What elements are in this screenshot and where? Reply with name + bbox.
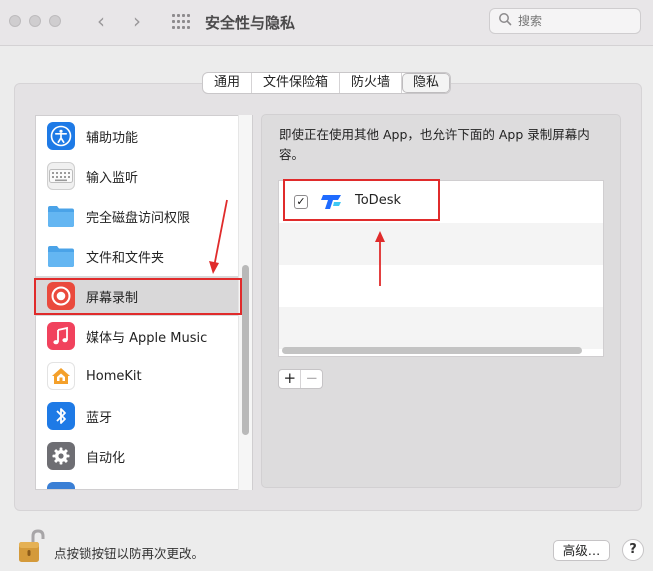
permission-description: 即使正在使用其他 App，也允许下面的 App 录制屏幕内容。 xyxy=(279,127,590,162)
table-row xyxy=(279,223,603,265)
title-bar: ‹ › 安全性与隐私 xyxy=(0,0,653,46)
search-box[interactable] xyxy=(489,8,641,34)
remove-app-button[interactable]: − xyxy=(300,370,322,388)
tab-firewall[interactable]: 防火墙 xyxy=(340,73,403,93)
minimize-window-button[interactable] xyxy=(29,15,41,27)
add-app-button[interactable]: + xyxy=(279,370,300,388)
forward-arrow-icon[interactable]: › xyxy=(133,9,141,33)
zoom-window-button[interactable] xyxy=(49,15,61,27)
sidebar-item-automation[interactable]: 自动化 xyxy=(36,436,240,476)
help-button[interactable]: ? xyxy=(622,539,644,561)
table-row xyxy=(279,307,603,349)
tab-privacy[interactable]: 隐私 xyxy=(402,73,451,93)
unlocked-padlock-icon[interactable] xyxy=(17,528,47,564)
back-arrow-icon[interactable]: ‹ xyxy=(97,9,105,33)
home-icon xyxy=(47,362,75,390)
sidebar-item-label: 完全磁盘访问权限 xyxy=(86,210,191,226)
sidebar-item-label: HomeKit xyxy=(86,368,142,384)
show-all-grid-icon[interactable] xyxy=(172,14,190,30)
sidebar-item-label: 辅助功能 xyxy=(86,130,139,146)
annotation-highlight-todesk xyxy=(283,179,440,221)
accessibility-icon xyxy=(47,122,75,150)
sidebar-item-label: 媒体与 Apple Music xyxy=(86,330,208,346)
search-input[interactable] xyxy=(518,12,636,30)
tab-bar: 通用 文件保险箱 防火墙 隐私 xyxy=(202,72,452,94)
sidebar-item-accessibility[interactable]: 辅助功能 xyxy=(36,116,240,156)
sidebar-item-homekit[interactable]: HomeKit xyxy=(36,356,240,396)
sidebar-item-input-monitoring[interactable]: 输入监听 xyxy=(36,156,240,196)
music-icon xyxy=(47,322,75,350)
folder-icon xyxy=(47,242,75,270)
close-window-button[interactable] xyxy=(9,15,21,27)
sidebar-item-label: 自动化 xyxy=(86,450,126,466)
advanced-button[interactable]: 高级… xyxy=(553,540,610,561)
sidebar-item-label: 输入监听 xyxy=(86,170,139,186)
sidebar-item-bluetooth[interactable]: 蓝牙 xyxy=(36,396,240,436)
annotation-highlight-screen-recording xyxy=(34,278,242,315)
window-title: 安全性与隐私 xyxy=(205,14,296,32)
sidebar-item-label: 文件和文件夹 xyxy=(86,250,165,266)
annotation-arrow-icon xyxy=(375,231,385,286)
app-list-horizontal-scrollbar[interactable] xyxy=(282,347,582,354)
table-row xyxy=(279,265,603,307)
sidebar-item-media-apple-music[interactable]: 媒体与 Apple Music xyxy=(36,316,240,356)
lock-hint-text: 点按锁按钮以防再次更改。 xyxy=(54,546,205,561)
add-remove-control: + − xyxy=(278,369,323,389)
sidebar-scrollbar-thumb[interactable] xyxy=(242,265,249,435)
annotation-arrow-icon xyxy=(209,199,228,274)
tab-general[interactable]: 通用 xyxy=(203,73,253,93)
tab-filevault[interactable]: 文件保险箱 xyxy=(252,73,341,93)
folder-icon xyxy=(47,202,75,230)
keyboard-icon xyxy=(47,162,75,190)
gear-icon xyxy=(47,442,75,470)
sidebar-item-label: 蓝牙 xyxy=(86,410,113,426)
search-icon xyxy=(499,13,512,26)
bluetooth-icon xyxy=(47,402,75,430)
partial-next-item-icon xyxy=(47,482,75,489)
